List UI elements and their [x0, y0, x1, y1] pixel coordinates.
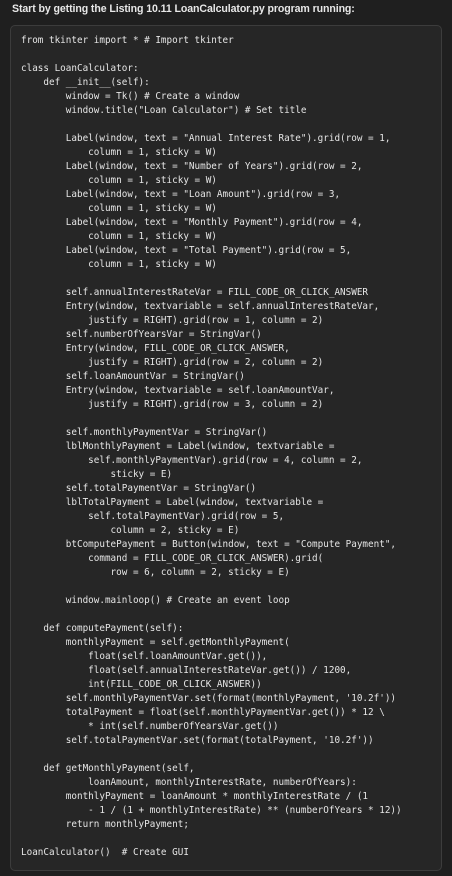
code-line: window.mainloop() # Create an event loop [21, 595, 290, 606]
code-line: self.monthlyPaymentVar = StringVar() [21, 427, 268, 438]
code-line: Label(window, text = "Annual Interest Ra… [21, 133, 391, 144]
code-line: int(FILL_CODE_OR_CLICK_ANSWER)) [21, 679, 262, 690]
code-line: command = FILL_CODE_OR_CLICK_ANSWER).gri… [21, 553, 324, 564]
code-line: lblTotalPayment = Label(window, textvari… [21, 497, 324, 508]
code-line: float(self.loanAmountVar.get()), [21, 651, 268, 662]
code-line: self.numberOfYearsVar = StringVar() [21, 329, 262, 340]
code-line: class LoanCalculator: [21, 63, 139, 74]
code-line: monthlyPayment = loanAmount * monthlyInt… [21, 791, 369, 802]
code-line: from tkinter import * # Import tkinter [21, 35, 234, 46]
code-line: self.monthlyPaymentVar.set(format(monthl… [21, 693, 397, 704]
code-line: self.monthlyPaymentVar).grid(row = 4, co… [21, 455, 363, 466]
code-line: self.totalPaymentVar = StringVar() [21, 483, 257, 494]
code-line: Entry(window, textvariable = self.annual… [21, 301, 380, 312]
code-line: btComputePayment = Button(window, text =… [21, 539, 397, 550]
code-line: column = 1, sticky = W) [21, 147, 217, 158]
code-line: sticky = E) [21, 469, 173, 480]
instruction-heading: Start by getting the Listing 10.11 LoanC… [12, 3, 355, 15]
code-line: def computePayment(self): [21, 623, 184, 634]
code-line: def __init__(self): [21, 77, 150, 88]
code-line: def getMonthlyPayment(self, [21, 763, 195, 774]
code-line: Entry(window, textvariable = self.loanAm… [21, 385, 335, 396]
code-line: column = 1, sticky = W) [21, 231, 217, 242]
code-line: column = 1, sticky = W) [21, 259, 217, 270]
code-line: justify = RIGHT).grid(row = 1, column = … [21, 315, 324, 326]
code-line: column = 2, sticky = E) [21, 525, 240, 536]
code-line: justify = RIGHT).grid(row = 2, column = … [21, 357, 324, 368]
code-lines: from tkinter import * # Import tkinter cl… [21, 34, 402, 860]
code-line: Entry(window, FILL_CODE_OR_CLICK_ANSWER, [21, 343, 290, 354]
code-line: lblMonthlyPayment = Label(window, textva… [21, 441, 335, 452]
code-line: loanAmount, monthlyInterestRate, numberO… [21, 777, 357, 788]
code-line: monthlyPayment = self.getMonthlyPayment( [21, 637, 290, 648]
code-line: self.totalPaymentVar.set(format(totalPay… [21, 735, 374, 746]
code-line: self.annualInterestRateVar = FILL_CODE_O… [21, 287, 369, 298]
code-block[interactable]: from tkinter import * # Import tkinter cl… [10, 25, 442, 871]
code-line: window = Tk() # Create a window [21, 91, 240, 102]
code-line: float(self.annualInterestRateVar.get()) … [21, 665, 352, 676]
code-line: justify = RIGHT).grid(row = 3, column = … [21, 399, 324, 410]
code-line: self.loanAmountVar = StringVar() [21, 371, 245, 382]
code-line: Label(window, text = "Monthly Payment").… [21, 217, 363, 228]
code-line: window.title("Loan Calculator") # Set ti… [21, 105, 307, 116]
code-line: Label(window, text = "Total Payment").gr… [21, 245, 352, 256]
code-line: Label(window, text = "Loan Amount").grid… [21, 189, 341, 200]
code-line: column = 1, sticky = W) [21, 203, 217, 214]
code-line: totalPayment = float(self.monthlyPayment… [21, 707, 385, 718]
code-line: row = 6, column = 2, sticky = E) [21, 567, 290, 578]
code-line: LoanCalculator() # Create GUI [21, 847, 189, 858]
code-line: return monthlyPayment; [21, 819, 189, 830]
code-line: column = 1, sticky = W) [21, 175, 217, 186]
code-line: self.totalPaymentVar).grid(row = 5, [21, 511, 285, 522]
code-line: * int(self.numberOfYearsVar.get()) [21, 721, 279, 732]
page: Start by getting the Listing 10.11 LoanC… [0, 0, 452, 876]
code-line: - 1 / (1 + monthlyInterestRate) ** (numb… [21, 805, 402, 816]
code-line: Label(window, text = "Number of Years").… [21, 161, 363, 172]
